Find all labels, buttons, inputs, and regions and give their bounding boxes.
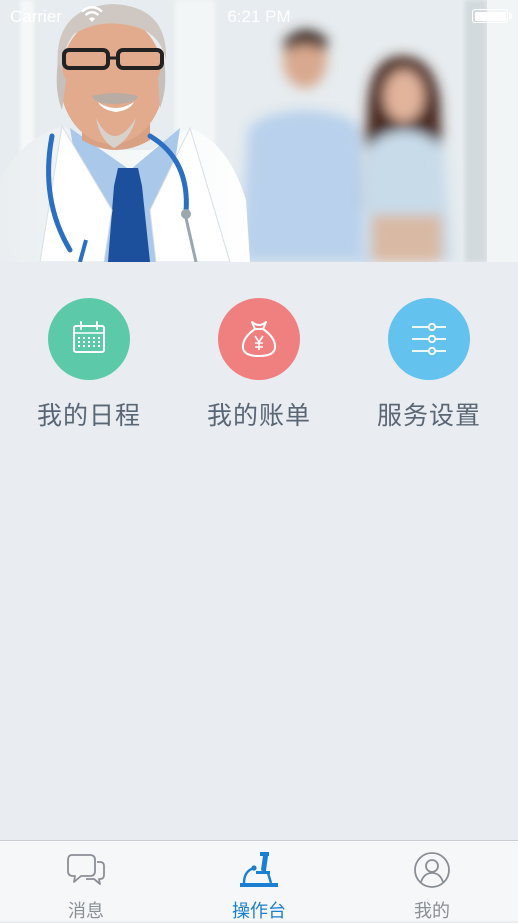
menu-label-service-settings: 服务设置 [376,402,481,430]
quick-menu: 我的日程 我的账单 服务设置 [0,262,518,462]
chat-bubbles-icon [66,851,106,892]
tab-messages[interactable]: 消息 [0,841,172,921]
tab-label-mine: 我的 [414,901,450,921]
menu-label-my-bill: 我的账单 [206,402,311,430]
menu-item-my-bill[interactable]: 我的账单 [174,298,344,432]
menu-item-my-schedule[interactable]: 我的日程 [4,298,174,432]
tab-label-console: 操作台 [232,901,286,921]
menu-label-my-schedule: 我的日程 [36,402,141,430]
microscope-icon [238,851,280,894]
status-bar: Carrier 6:21 PM [0,0,518,34]
tab-bar: 消息 操作台 我的 [0,840,518,921]
menu-item-service-settings[interactable]: 服务设置 [344,298,514,432]
battery-icon [472,9,512,23]
user-profile-icon [413,851,451,894]
tab-console[interactable]: 操作台 [173,841,345,921]
banner-image [0,0,518,262]
tab-label-messages: 消息 [68,901,104,921]
money-bag-icon [218,298,300,380]
status-time: 6:21 PM [227,7,291,26]
calendar-icon [48,298,130,380]
settings-sliders-icon [388,298,470,380]
tab-mine[interactable]: 我的 [346,841,518,921]
